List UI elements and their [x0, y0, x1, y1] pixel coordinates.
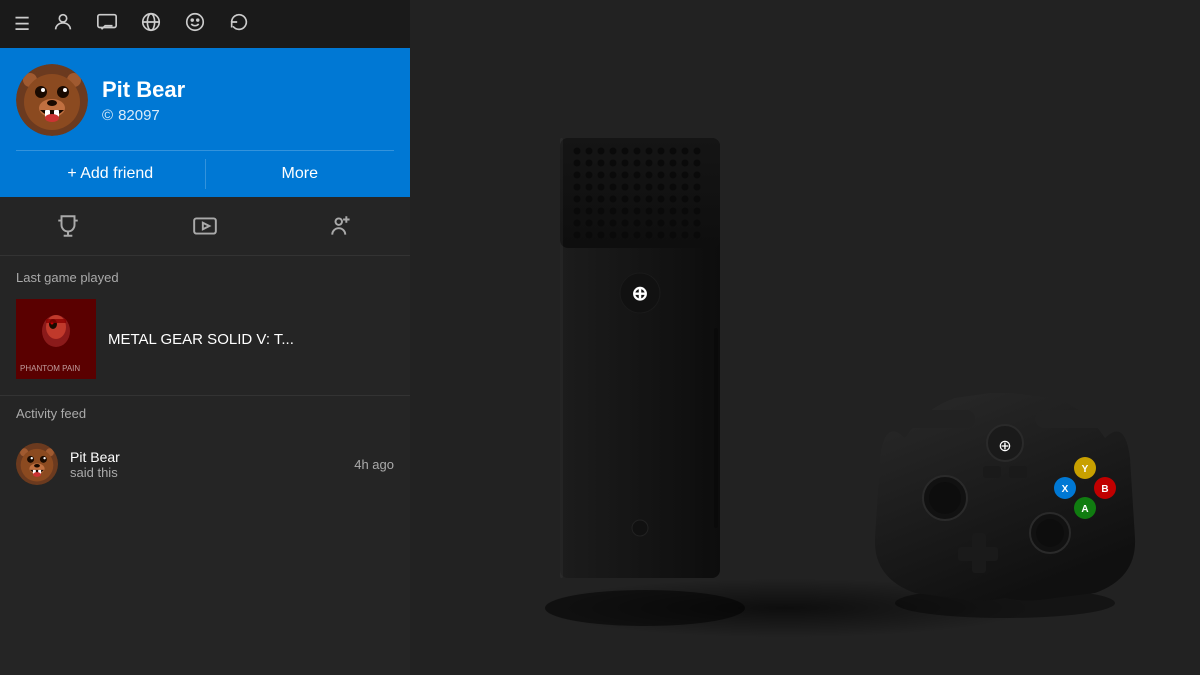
- activity-user: Pit Bear: [70, 449, 342, 465]
- profile-info: Pit Bear © 82097: [102, 77, 185, 124]
- xbox-controller: ⊕ Y A X B: [855, 338, 1155, 618]
- emoji-icon[interactable]: [184, 11, 206, 38]
- gamertag: © 82097: [102, 107, 185, 124]
- xbox-console: ⊕: [535, 48, 755, 628]
- svg-text:B: B: [1101, 484, 1108, 495]
- top-nav: ☰: [0, 0, 410, 48]
- more-button[interactable]: More: [206, 151, 395, 197]
- last-game-section-label: Last game played: [0, 256, 410, 295]
- game-thumbnail: PHANTOM PAIN: [16, 299, 96, 379]
- refresh-icon[interactable]: [228, 11, 250, 38]
- profile-icon[interactable]: [52, 11, 74, 38]
- tab-row: [0, 197, 410, 256]
- activity-action: said this: [70, 465, 342, 480]
- activity-time: 4h ago: [354, 457, 394, 472]
- right-panel: ⊕ ⊕: [410, 0, 1200, 675]
- xbox-scene: ⊕ ⊕: [455, 38, 1155, 638]
- svg-text:Y: Y: [1082, 464, 1089, 475]
- profile-header: Pit Bear © 82097 + Add friend More: [0, 48, 410, 197]
- content-area: Last game played PHANTOM PAIN: [0, 256, 410, 675]
- left-panel: ☰: [0, 0, 410, 675]
- profile-name: Pit Bear: [102, 77, 185, 103]
- svg-text:X: X: [1062, 484, 1069, 495]
- add-friend-button[interactable]: + Add friend: [16, 151, 205, 197]
- chat-icon[interactable]: [96, 11, 118, 38]
- tab-followers[interactable]: [273, 197, 410, 255]
- avatar: [16, 64, 88, 136]
- gamertag-icon: ©: [102, 107, 113, 124]
- activity-section-label: Activity feed: [0, 395, 410, 433]
- activity-item[interactable]: Pit Bear said this 4h ago: [0, 433, 410, 495]
- gamertag-number: 82097: [118, 107, 160, 124]
- game-title: METAL GEAR SOLID V: T...: [108, 331, 294, 348]
- activity-avatar: [16, 443, 58, 485]
- svg-text:PHANTOM PAIN: PHANTOM PAIN: [20, 364, 80, 373]
- profile-actions: + Add friend More: [16, 150, 394, 197]
- svg-text:⊕: ⊕: [998, 438, 1011, 455]
- game-item[interactable]: PHANTOM PAIN METAL GEAR SOLID V: T...: [0, 295, 410, 395]
- tab-captures[interactable]: [137, 197, 274, 255]
- tab-achievements[interactable]: [0, 197, 137, 255]
- menu-icon[interactable]: ☰: [14, 14, 30, 35]
- svg-text:A: A: [1081, 504, 1088, 515]
- activity-section: Activity feed: [0, 395, 410, 495]
- globe-icon[interactable]: [140, 11, 162, 38]
- svg-text:⊕: ⊕: [632, 283, 649, 305]
- profile-top: Pit Bear © 82097: [16, 64, 394, 136]
- activity-text: Pit Bear said this: [70, 449, 342, 480]
